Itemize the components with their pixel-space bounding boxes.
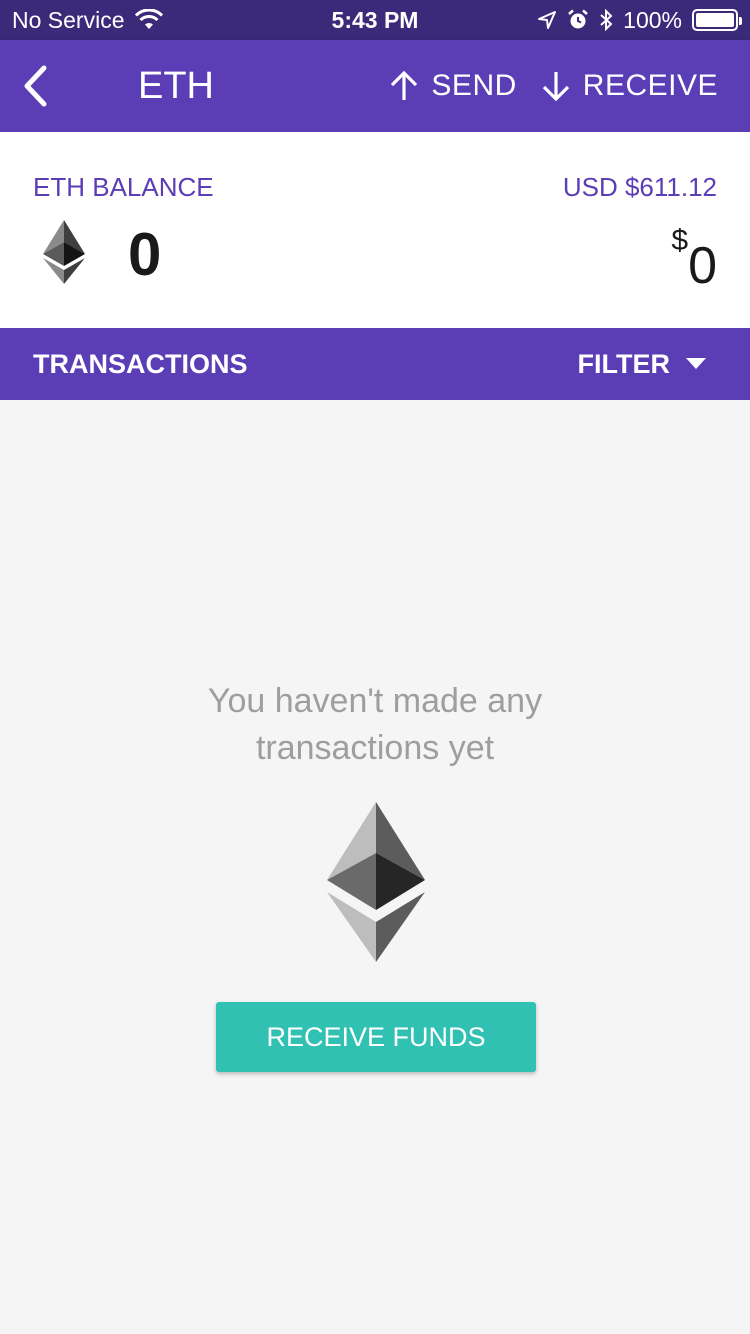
battery-icon (692, 9, 742, 31)
carrier-text: No Service (12, 6, 125, 33)
balance-label: ETH BALANCE (33, 172, 214, 202)
alarm-icon (568, 9, 588, 29)
transactions-title: TRANSACTIONS (33, 348, 248, 379)
chevron-left-icon (24, 65, 47, 107)
receive-funds-button[interactable]: RECEIVE FUNDS (216, 1002, 536, 1072)
screen: No Service 5:43 PM 100% ETH SEND RECEIVE… (0, 0, 750, 1334)
bluetooth-icon (600, 9, 613, 31)
fiat-balance: $ 0 (671, 224, 717, 292)
transactions-header: TRANSACTIONS FILTER (0, 328, 750, 400)
back-button[interactable] (0, 40, 70, 132)
battery-percent: 100% (623, 6, 682, 33)
app-bar-actions: SEND RECEIVE (389, 69, 750, 103)
location-icon (538, 11, 557, 29)
filter-button[interactable]: FILTER (578, 349, 706, 380)
empty-state-line-2: transactions yet (255, 729, 495, 767)
empty-state-message: You haven't made any transactions yet (0, 678, 750, 772)
arrow-down-icon (542, 72, 569, 102)
ethereum-logo-icon (327, 802, 425, 962)
send-button[interactable]: SEND (389, 69, 516, 103)
receive-label: RECEIVE (582, 69, 718, 102)
ethereum-icon (43, 220, 85, 284)
status-bar: No Service 5:43 PM 100% (0, 0, 750, 40)
eth-balance-amount: 0 (128, 221, 162, 288)
send-label: SEND (431, 69, 517, 102)
receive-button[interactable]: RECEIVE (541, 69, 718, 103)
fiat-symbol: $ (671, 224, 689, 257)
usd-rate: USD $611.12 (562, 172, 717, 202)
caret-down-icon (686, 358, 706, 369)
status-bar-left: No Service (12, 7, 164, 34)
page-title: ETH (138, 64, 214, 107)
filter-label: FILTER (577, 348, 670, 379)
empty-state-line-1: You haven't made any (207, 682, 543, 720)
balance-card: ETH BALANCE USD $611.12 0 $ 0 (0, 132, 750, 328)
app-bar: ETH SEND RECEIVE (0, 40, 750, 132)
arrow-up-icon (391, 70, 418, 100)
fiat-amount: 0 (688, 237, 717, 295)
status-bar-right: 100% (537, 6, 742, 34)
wifi-icon (135, 9, 164, 29)
